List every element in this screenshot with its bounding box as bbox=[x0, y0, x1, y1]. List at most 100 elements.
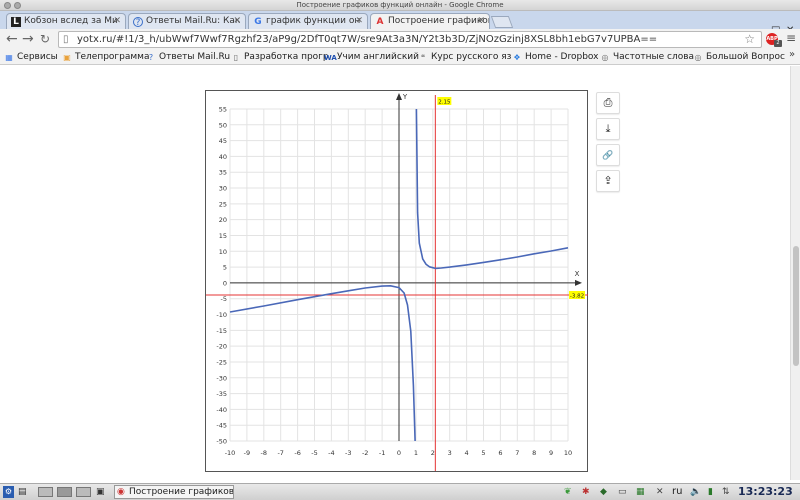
tab-google-graph[interactable]: G график функции он ✕ bbox=[248, 13, 368, 29]
yotx-icon: A bbox=[376, 17, 384, 27]
y-tick-label: -30 bbox=[216, 374, 227, 382]
graph-panel[interactable]: X Y -10 -9 -8 -7 -6 -5 -4 -3 -2 -1 0 1 2 3 4 5 6 7 8 9 10 55 50 4… bbox=[205, 90, 588, 472]
tv-icon: ▣ bbox=[63, 53, 71, 62]
back-icon[interactable]: ← bbox=[6, 31, 18, 47]
bookmark-freq-words[interactable]: ◎ Частотные слова bbox=[600, 51, 695, 63]
desktop-2-button[interactable] bbox=[57, 487, 72, 497]
y-tick-label: 0 bbox=[223, 279, 227, 287]
tray-leaf-icon[interactable]: ❦ bbox=[564, 486, 572, 498]
bookmark-mail-answers[interactable]: ? Ответы Mail.Ru bbox=[146, 51, 230, 63]
y-tick-label: 50 bbox=[219, 121, 227, 129]
bookmark-dropbox[interactable]: ❖ Home - Dropbox bbox=[512, 51, 598, 63]
y-tick-label: 5 bbox=[223, 264, 227, 272]
print-button[interactable]: ⎙ bbox=[596, 92, 620, 114]
function-curve-branch-1[interactable] bbox=[229, 285, 416, 442]
bookmark-english[interactable]: WAУчим английский bbox=[324, 51, 419, 63]
bookmark-star-icon[interactable]: ☆ bbox=[744, 32, 755, 46]
taskbar-app-label: Построение графиков bbox=[129, 487, 234, 497]
share-button[interactable]: ⇪ bbox=[596, 170, 620, 192]
tab-kobzon[interactable]: L Кобзон вслед за Ми ✕ bbox=[6, 13, 126, 29]
file-manager-icon[interactable]: ▤ bbox=[18, 486, 27, 498]
google-icon: G bbox=[254, 17, 262, 27]
function-curve-branch-2[interactable] bbox=[415, 108, 569, 270]
x-tick-label: -7 bbox=[277, 449, 283, 457]
vertical-scrollbar[interactable] bbox=[790, 66, 800, 480]
reload-icon[interactable]: ↻ bbox=[40, 31, 50, 47]
wa-icon: WA bbox=[324, 54, 337, 62]
keyboard-layout-indicator[interactable]: ru bbox=[672, 486, 682, 497]
y-tick-label: 25 bbox=[219, 200, 227, 208]
x-tick-label: 8 bbox=[532, 449, 536, 457]
l-logo-icon: L bbox=[11, 17, 21, 27]
taskbar: ⚙ ▤ ▣ ◉ Построение графиков ❦ ✱ ◆ ▭ ▦ ✕ … bbox=[0, 483, 800, 500]
bookmark-big-question[interactable]: ◎ Большой Вопрос bbox=[693, 51, 785, 63]
y-tick-label: -25 bbox=[216, 358, 227, 366]
forward-icon[interactable]: → bbox=[22, 31, 34, 47]
tray-app-icon[interactable]: ✱ bbox=[582, 486, 590, 498]
tray-close-icon[interactable]: ✕ bbox=[656, 486, 664, 498]
x-tick-label: 3 bbox=[448, 449, 452, 457]
x-tick-label: 2 bbox=[431, 449, 435, 457]
y-tick-label: 10 bbox=[219, 248, 227, 256]
bookmark-services[interactable]: ▦ Сервисы bbox=[4, 51, 58, 63]
link-button[interactable]: 🔗 bbox=[596, 144, 620, 166]
tab-mail-answers[interactable]: ? Ответы Mail.Ru: Как ✕ bbox=[128, 13, 246, 29]
x-tick-label: -1 bbox=[379, 449, 385, 457]
download-button[interactable]: ⤓ bbox=[596, 118, 620, 140]
close-icon[interactable]: ✕ bbox=[355, 14, 363, 29]
scrollbar-thumb[interactable] bbox=[793, 246, 799, 366]
x-tick-label: 10 bbox=[564, 449, 572, 457]
grid-icon: ▦ bbox=[5, 53, 13, 62]
x-tick-label: 1 bbox=[414, 449, 418, 457]
page-icon: ▯ bbox=[63, 34, 69, 45]
y-tick-label: 35 bbox=[219, 169, 227, 177]
chrome-icon: ◉ bbox=[117, 487, 125, 497]
start-menu-icon[interactable]: ⚙ bbox=[3, 486, 14, 498]
tab-graph-builder[interactable]: A Построение графиков ✕ bbox=[370, 13, 490, 29]
y-tick-label: 30 bbox=[219, 185, 227, 193]
close-icon[interactable]: ✕ bbox=[113, 14, 121, 29]
desktop-3-button[interactable] bbox=[76, 487, 91, 497]
address-bar[interactable]: ▯ yotx.ru/#!1/3_h/ubWwf7Wwf7Rgzhf23/aP9g… bbox=[58, 31, 762, 48]
function-graph[interactable]: XY-10 -9 -8 -7 -6 -5 -4 -3 -2 -1 0 1 2 3 4 5 6 7 8 9 1055504… bbox=[206, 91, 589, 473]
bookmark-russian[interactable]: ❝ Курс русского яз bbox=[418, 51, 512, 63]
x-tick-label: -6 bbox=[294, 449, 300, 457]
bookmark-label: Ответы Mail.Ru bbox=[159, 52, 231, 62]
x-tick-label: -5 bbox=[311, 449, 317, 457]
desktop-1-button[interactable] bbox=[38, 487, 53, 497]
battery-icon[interactable]: ▮ bbox=[708, 486, 713, 498]
close-icon[interactable]: ✕ bbox=[233, 14, 241, 29]
close-icon[interactable]: ✕ bbox=[477, 14, 485, 29]
bookmark-tv[interactable]: ▣ Телепрограмма bbox=[62, 51, 149, 63]
new-tab-button[interactable] bbox=[490, 16, 514, 28]
volume-icon[interactable]: 🔈 bbox=[690, 486, 701, 498]
x-tick-label: 9 bbox=[549, 449, 553, 457]
window-title: Построение графиков функций онлайн - Goo… bbox=[296, 1, 504, 9]
book-icon: ❝ bbox=[420, 53, 426, 62]
show-desktop-icon[interactable]: ▣ bbox=[96, 486, 105, 498]
y-tick-label: -50 bbox=[216, 438, 227, 446]
x-tick-label: 6 bbox=[498, 449, 502, 457]
x-tick-label: 4 bbox=[465, 449, 469, 457]
bookmark-label: Учим английский bbox=[337, 52, 419, 62]
download-icon: ⤓ bbox=[605, 122, 611, 135]
tab-label: график функции он bbox=[266, 16, 361, 26]
more-bookmarks-icon[interactable]: » bbox=[789, 49, 795, 60]
tray-network-icon[interactable]: ▦ bbox=[636, 486, 645, 498]
tab-label: Кобзон вслед за Ми bbox=[24, 16, 118, 26]
y-tick-label: -45 bbox=[216, 422, 227, 430]
tray-shield-icon[interactable]: ◆ bbox=[600, 486, 607, 498]
network-icon[interactable]: ⇅ bbox=[722, 486, 730, 498]
horizontal-marker-label: -3.82 bbox=[570, 293, 584, 299]
taskbar-app-chrome[interactable]: ◉ Построение графиков bbox=[114, 485, 234, 499]
x-axis-label: X bbox=[575, 270, 580, 278]
taskbar-clock[interactable]: 13:23:23 bbox=[738, 485, 793, 499]
tab-label: Ответы Mail.Ru: Как bbox=[146, 16, 241, 26]
menu-icon[interactable]: ≡ bbox=[786, 31, 796, 45]
bookmark-label: Частотные слова bbox=[613, 52, 695, 62]
y-tick-label: 40 bbox=[219, 153, 227, 161]
bookmark-dev[interactable]: ▯ Разработка прогр bbox=[231, 51, 329, 63]
tray-monitor-icon[interactable]: ▭ bbox=[618, 486, 627, 498]
bookmark-label: Разработка прогр bbox=[244, 52, 329, 62]
y-tick-label: 55 bbox=[219, 106, 227, 114]
